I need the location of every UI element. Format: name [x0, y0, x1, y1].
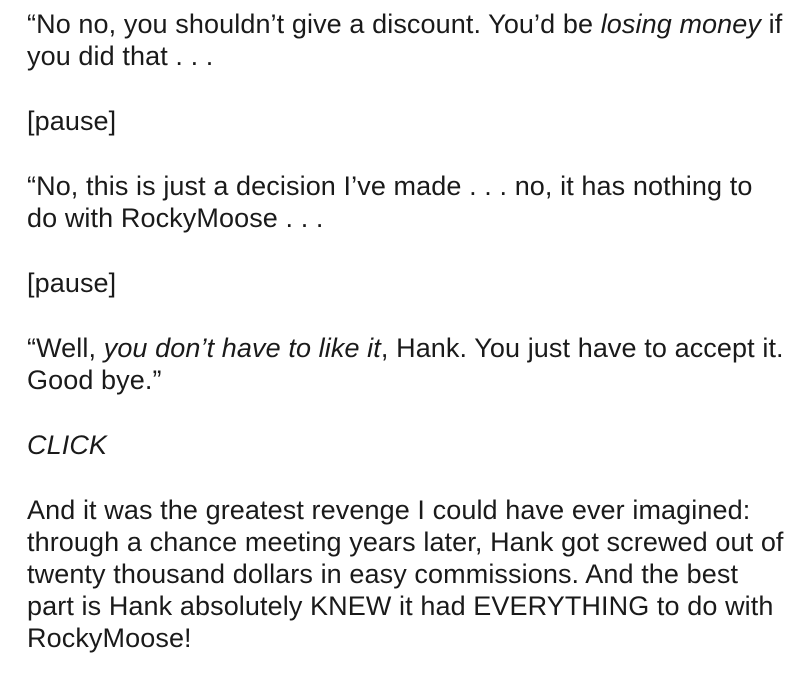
text-segment: “No no, you shouldn’t give a discount. Y… — [27, 9, 601, 39]
emphasis-text: losing money — [600, 9, 761, 39]
paragraph-dialogue-goodbye: “Well, you don’t have to like it, Hank. … — [27, 332, 787, 396]
story-text: “No no, you shouldn’t give a discount. Y… — [27, 8, 787, 654]
paragraph-dialogue-discount: “No no, you shouldn’t give a discount. Y… — [27, 8, 787, 72]
paragraph-conclusion: And it was the greatest revenge I could … — [27, 494, 787, 654]
paragraph-dialogue-decision: “No, this is just a decision I’ve made .… — [27, 170, 787, 234]
paragraph-pause: [pause] — [27, 105, 787, 137]
emphasis-text: you don’t have to like it — [103, 333, 381, 363]
paragraph-click: CLICK — [27, 429, 787, 461]
emphasis-text: CLICK — [27, 430, 108, 460]
text-segment: [pause] — [27, 106, 117, 136]
text-segment: [pause] — [27, 268, 117, 298]
paragraph-pause: [pause] — [27, 267, 787, 299]
text-segment: “Well, — [27, 333, 104, 363]
text-segment: “No, this is just a decision I’ve made .… — [27, 171, 753, 233]
text-segment: And it was the greatest revenge I could … — [27, 495, 784, 653]
